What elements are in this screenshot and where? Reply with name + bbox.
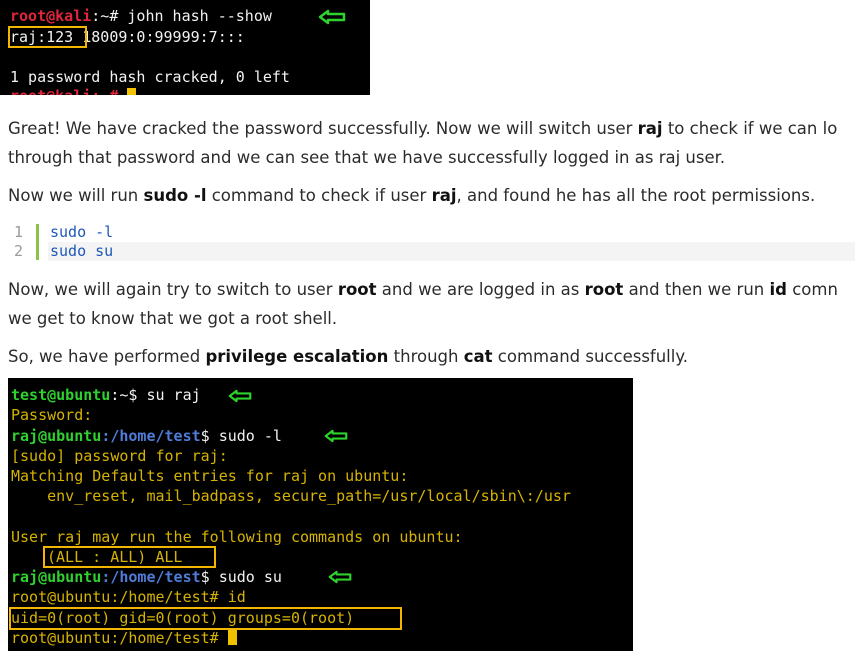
highlight-box [9,607,402,630]
paragraph-sudo-l: Now we will run sudo -l command to check… [8,186,816,205]
code-block: 1 2 sudo -l sudo su [8,222,855,262]
green-left-arrow-icon [228,389,252,403]
highlight-box [8,26,87,48]
terminal-john-show: root@kali:~# john hash --show raj:123 18… [0,0,370,95]
highlight-box [43,546,216,568]
terminal-line: env_reset, mail_badpass, secure_path=/us… [11,487,571,505]
terminal-line: root@ubuntu:/home/test# [11,628,237,648]
terminal-line: root@kali:~# [10,86,137,95]
green-left-arrow-icon [324,429,348,443]
code-line: sudo -l [50,223,114,241]
terminal-line: [sudo] password for raj: [11,447,228,465]
terminal-line: raj@ubuntu:/home/test$ sudo -l [11,427,282,445]
terminal-line: raj@ubuntu:/home/test$ sudo su [11,568,282,586]
paragraph-conclusion: So, we have performed privilege escalati… [8,347,689,366]
paragraph-switch-root: Now, we will again try to switch to user… [8,280,838,299]
paragraph-switch-root-line2: we get to know that we got a root shell. [8,309,338,328]
terminal-line: root@kali:~# john hash --show [10,7,272,25]
terminal-line: root@ubuntu:/home/test# id [11,588,246,606]
terminal-cursor [127,88,137,95]
line-number: 2 [14,242,24,260]
terminal-line: 1 password hash cracked, 0 left [10,68,290,86]
paragraph-cracked-line2: through that password and we can see tha… [8,148,726,167]
line-number: 1 [14,223,24,241]
terminal-line: test@ubuntu:~$ su raj [11,386,201,404]
code-line: sudo su [50,242,114,260]
code-gutter-bar [36,224,39,260]
terminal-line: Password: [11,406,93,424]
terminal-sudo-escalation: test@ubuntu:~$ su raj Password: raj@ubun… [8,378,633,651]
terminal-cursor [227,630,237,645]
paragraph-cracked: Great! We have cracked the password succ… [8,119,838,138]
green-left-arrow-icon [328,570,352,584]
code-line-highlight [48,242,855,261]
terminal-line: User raj may run the following commands … [11,528,463,546]
terminal-line: Matching Defaults entries for raj on ubu… [11,467,409,485]
green-left-arrow-icon [318,9,346,25]
